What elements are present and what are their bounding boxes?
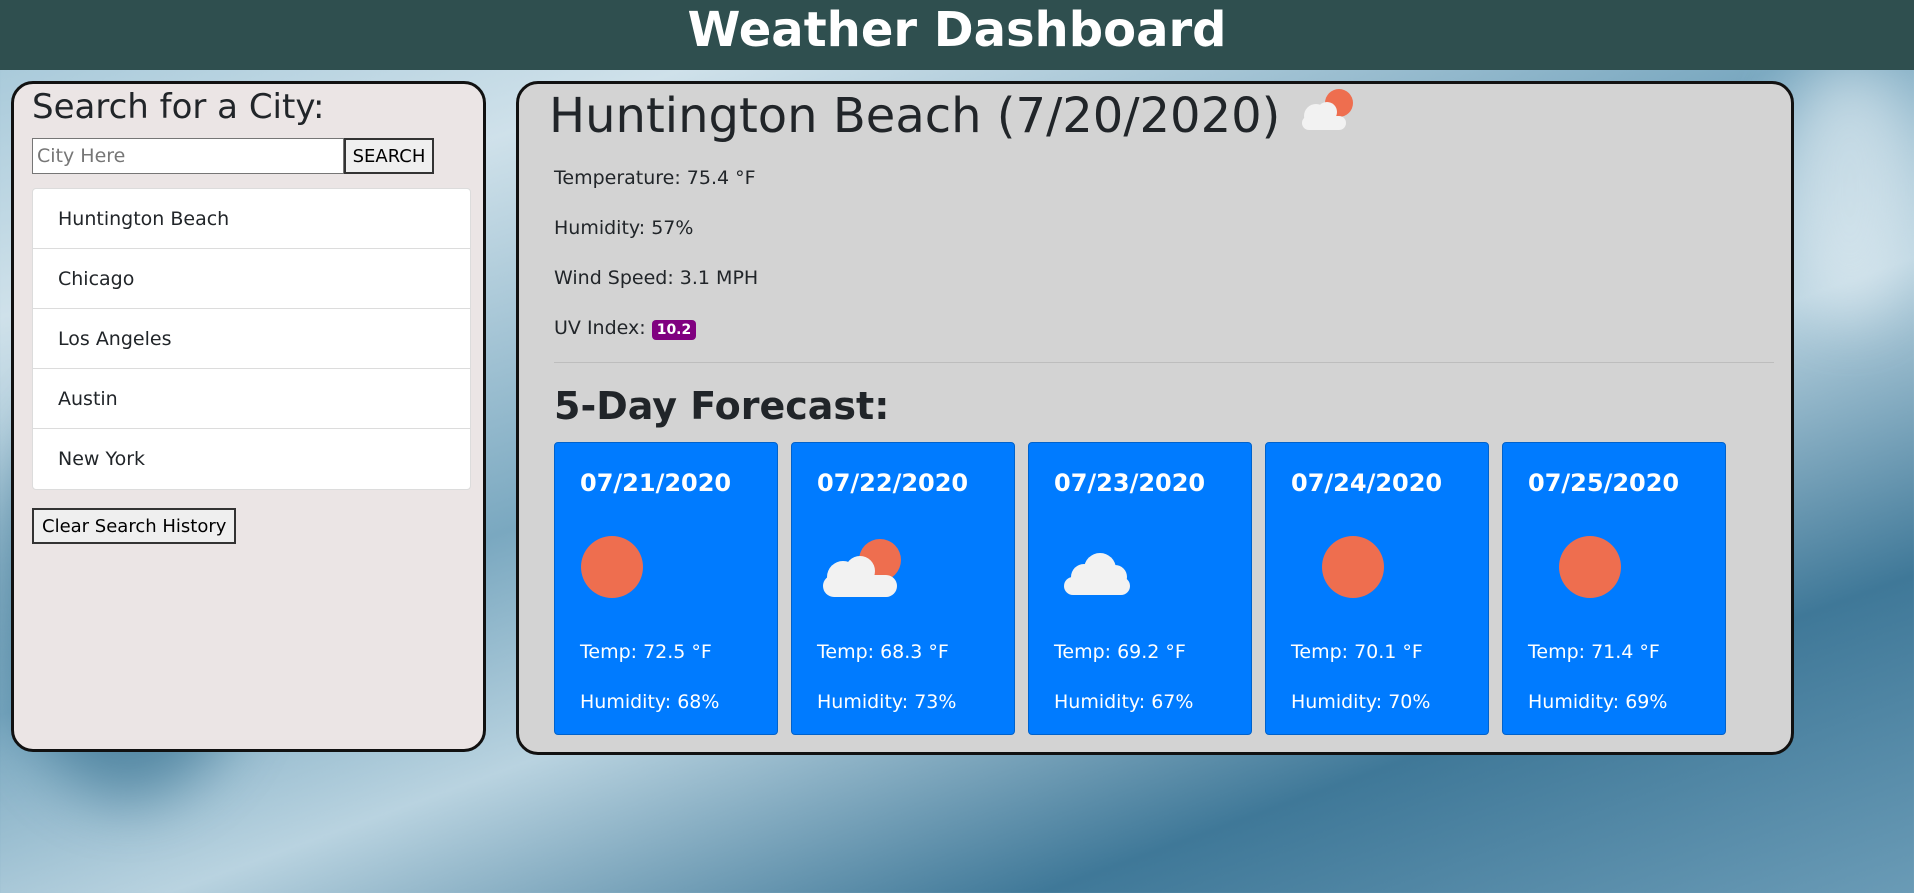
sun-icon [1291, 533, 1401, 613]
search-history-list: Huntington Beach Chicago Los Angeles Aus… [32, 188, 471, 490]
sun-icon [580, 533, 690, 613]
forecast-humidity: Humidity: 67% [1054, 691, 1194, 713]
search-button[interactable]: SEARCH [344, 138, 434, 174]
forecast-card: 07/21/2020 Temp: 72.5 °F Humidity: 68% [554, 442, 778, 735]
sun-icon [1528, 533, 1638, 613]
forecast-temp: Temp: 71.4 °F [1528, 641, 1660, 663]
forecast-temp: Temp: 68.3 °F [817, 641, 949, 663]
forecast-temp: Temp: 70.1 °F [1291, 641, 1423, 663]
uv-badge: 10.2 [651, 320, 697, 340]
background-sky-highlight [1780, 60, 1914, 320]
search-sidebar: Search for a City: SEARCH Huntington Bea… [11, 81, 486, 752]
forecast-date: 07/21/2020 [580, 469, 732, 497]
history-item-los-angeles[interactable]: Los Angeles [33, 309, 470, 369]
forecast-card: 07/23/2020 Temp: 69.2 °F Humidity: 67% [1028, 442, 1252, 735]
forecast-card: 07/25/2020 Temp: 71.4 °F Humidity: 69% [1502, 442, 1726, 735]
history-item-chicago[interactable]: Chicago [33, 249, 470, 309]
forecast-humidity: Humidity: 73% [817, 691, 957, 713]
forecast-card: 07/22/2020 Temp: 68.3 °F Humidity: 73% [791, 442, 1015, 735]
search-row: SEARCH [32, 138, 434, 174]
partly-cloudy-icon [817, 533, 927, 613]
uv-label: UV Index: [554, 317, 646, 339]
forecast-humidity: Humidity: 69% [1528, 691, 1668, 713]
forecast-heading: 5-Day Forecast: [554, 384, 890, 428]
forecast-card: 07/24/2020 Temp: 70.1 °F Humidity: 70% [1265, 442, 1489, 735]
forecast-humidity: Humidity: 68% [580, 691, 720, 713]
current-humidity: Humidity: 57% [554, 217, 694, 239]
forecast-date: 07/24/2020 [1291, 469, 1443, 497]
history-item-huntington-beach[interactable]: Huntington Beach [33, 189, 470, 249]
partly-cloudy-icon [1294, 86, 1360, 146]
forecast-humidity: Humidity: 70% [1291, 691, 1431, 713]
city-date-label: Huntington Beach (7/20/2020) [549, 88, 1281, 144]
current-weather-title: Huntington Beach (7/20/2020) [549, 86, 1360, 146]
cloud-icon [1054, 533, 1164, 613]
app-header: Weather Dashboard [0, 0, 1914, 70]
history-item-austin[interactable]: Austin [33, 369, 470, 429]
clear-history-button[interactable]: Clear Search History [32, 508, 237, 544]
divider [554, 362, 1774, 363]
forecast-date: 07/25/2020 [1528, 469, 1680, 497]
city-search-input[interactable] [32, 138, 344, 174]
forecast-temp: Temp: 72.5 °F [580, 641, 712, 663]
forecast-date: 07/22/2020 [817, 469, 969, 497]
forecast-temp: Temp: 69.2 °F [1054, 641, 1186, 663]
forecast-cards: 07/21/2020 Temp: 72.5 °F Humidity: 68% 0… [554, 442, 1726, 735]
history-item-new-york[interactable]: New York [33, 429, 470, 489]
current-uv-index: UV Index: 10.2 [554, 317, 697, 340]
app-title: Weather Dashboard [687, 2, 1227, 58]
search-heading: Search for a City: [32, 87, 325, 127]
forecast-date: 07/23/2020 [1054, 469, 1206, 497]
weather-panel: Huntington Beach (7/20/2020) Temperature… [516, 81, 1794, 755]
current-wind-speed: Wind Speed: 3.1 MPH [554, 267, 759, 289]
current-temperature: Temperature: 75.4 °F [554, 167, 756, 189]
